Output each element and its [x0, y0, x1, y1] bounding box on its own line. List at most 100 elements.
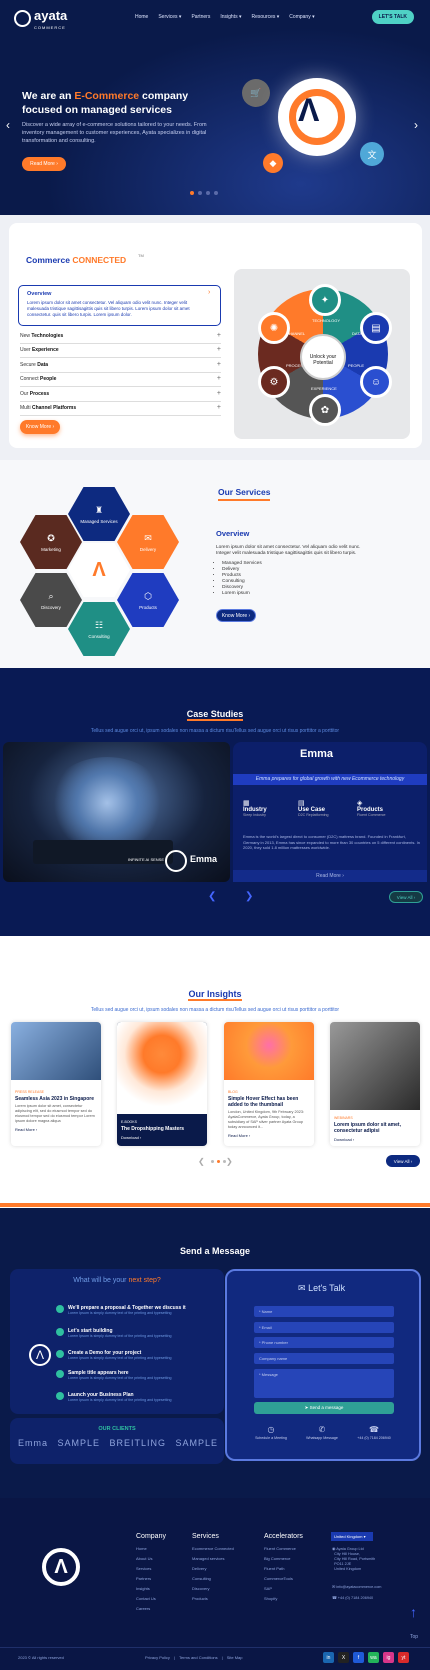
overview-title: Overview — [27, 291, 52, 297]
case-prev-icon[interactable]: ❮ — [208, 891, 216, 902]
use-case-info: ▤ Use Case D2C Replatforming — [298, 800, 329, 817]
tag-icon: ◆ — [263, 153, 283, 173]
insight-dots[interactable] — [211, 1160, 226, 1163]
overview-text: Lorem ipsum dolor sit amet consectetur. … — [27, 300, 190, 317]
schedule-meeting-link[interactable]: ◷ Schedule a Meeting — [246, 1425, 296, 1440]
step-item: Let's start building Lorem Ipsum is simpl… — [55, 1328, 172, 1338]
top-link[interactable]: Top — [410, 1634, 418, 1640]
services-overview-text: Lorem ipsum dolor sit amet consectetur. … — [216, 545, 361, 556]
insights-view-all-button[interactable]: View All › — [386, 1155, 420, 1167]
case-view-all-button[interactable]: View All › — [389, 891, 423, 903]
accordion-item[interactable]: User Experience + — [20, 346, 221, 358]
contact-title: Send a Message — [179, 1246, 251, 1256]
services-know-more-button[interactable]: Know More › — [216, 609, 256, 622]
woman-image — [224, 1022, 314, 1080]
channel-icon[interactable]: ✺ — [258, 312, 290, 344]
whatsapp-icon[interactable]: wa — [368, 1652, 379, 1663]
accordion-item[interactable]: Secure Data + — [20, 361, 221, 373]
logo[interactable]: ayata COMMERCE — [14, 7, 67, 30]
footer-logo[interactable]: Λ — [42, 1548, 80, 1586]
main-menu: Home Services ▾ Partners Insights ▾ Reso… — [135, 14, 315, 20]
accordion-item[interactable]: Our Process + — [20, 390, 221, 402]
case-study-read-more[interactable]: Read More › — [233, 870, 427, 882]
nav-partners[interactable]: Partners — [191, 14, 210, 20]
hero-read-more-button[interactable]: Read More › — [22, 157, 66, 171]
translate-icon: 文 — [360, 142, 384, 166]
handshake-image — [11, 1022, 101, 1080]
slider-prev-icon[interactable]: ‹ — [6, 118, 10, 132]
insight-prev-icon[interactable]: ❮ — [198, 1157, 205, 1166]
delivery-person-image — [117, 1022, 207, 1114]
services-overview-title: Overview — [216, 529, 250, 538]
process-icon[interactable]: ⚙ — [258, 366, 290, 398]
phone-field[interactable]: * Phone number — [254, 1337, 394, 1348]
copyright: 2023 © All rights reserved — [18, 1655, 64, 1660]
data-icon[interactable]: ▤ — [360, 312, 392, 344]
nav-insights[interactable]: Insights ▾ — [220, 14, 241, 20]
region-select[interactable]: United Kingdom ▾ — [331, 1532, 373, 1541]
case-study-text: Emma is the world's largest direct to co… — [243, 834, 420, 850]
step-item: Create a Demo for your project Lorem Ipsu… — [55, 1350, 172, 1360]
nav-home[interactable]: Home — [135, 14, 148, 20]
documents-image — [330, 1022, 420, 1110]
name-field[interactable]: * Name — [254, 1306, 394, 1317]
phone-icon: ☎ — [332, 1596, 337, 1600]
youtube-icon[interactable]: yt — [398, 1652, 409, 1663]
slider-next-icon[interactable]: › — [414, 118, 418, 132]
lets-talk-button[interactable]: LET'S TALK — [371, 10, 414, 24]
nav-services[interactable]: Services ▾ — [158, 14, 181, 20]
form-title: ✉ Let's Talk — [298, 1283, 346, 1293]
logo-icon — [14, 10, 31, 27]
case-next-icon[interactable]: ❯ — [245, 891, 253, 902]
footer-phone[interactable]: ☎ +44 (0) 7184 206940 — [332, 1595, 373, 1600]
clock-icon: ◷ — [267, 1425, 275, 1434]
whatsapp-link[interactable]: ✆ Whatsapp Message — [297, 1425, 347, 1440]
send-message-button[interactable]: ➤ Send a message — [254, 1402, 394, 1414]
accordion-item[interactable]: New Technologies + — [20, 332, 221, 344]
legal-links: Privacy Policy | Terms and Conditions | Site… — [145, 1655, 243, 1660]
accordion-item[interactable]: Multi Channel Platforms + — [20, 404, 221, 416]
x-icon[interactable]: X — [338, 1652, 349, 1663]
document-icon: ▤ — [298, 800, 305, 807]
hero-title: We are an E-Commerce company focused on … — [22, 90, 189, 116]
footer-divider — [0, 1647, 430, 1648]
insight-card[interactable]: E-BOOKS The Dropshipping Masters Downloa… — [117, 1022, 207, 1146]
clients-title: OUR CLIENTS — [98, 1426, 136, 1432]
chevron-right-icon: › — [208, 289, 211, 296]
arrow-up-icon[interactable]: ↑ — [410, 1604, 417, 1620]
know-more-button[interactable]: Know More › — [20, 420, 60, 434]
experience-icon[interactable]: ✿ — [309, 394, 341, 426]
products-info: ◈ Products Fluent Commerce — [357, 800, 386, 817]
wheel-center: Unlock your Potential — [300, 334, 346, 380]
message-field[interactable]: * Message — [254, 1369, 394, 1398]
insight-next-icon[interactable]: ❯ — [226, 1157, 233, 1166]
top-nav: ayata COMMERCE Home Services ▾ Partners I… — [0, 0, 430, 32]
nav-resources[interactable]: Resources ▾ — [251, 14, 279, 20]
technology-icon[interactable]: ✦ — [309, 284, 341, 316]
orange-divider — [0, 1203, 430, 1207]
accordion-item[interactable]: Connect People + — [20, 375, 221, 387]
phone-link[interactable]: ☎ +44 (0) 7184 206940 — [349, 1425, 399, 1440]
step-item: Sample title appears here Lorem Ipsum is … — [55, 1370, 172, 1380]
cube-icon: ◈ — [357, 800, 363, 807]
industry-info: ▦ Industry Sleep Industry — [243, 800, 267, 817]
footer-company: Company Home About Us Services Partners Insi… — [136, 1533, 166, 1611]
facebook-icon[interactable]: f — [353, 1652, 364, 1663]
people-icon[interactable]: ☺ — [360, 366, 392, 398]
slider-dots[interactable] — [190, 191, 218, 195]
company-field[interactable]: Company name — [254, 1353, 394, 1364]
insight-card[interactable]: BLOG Simple Hover Effect has been added … — [224, 1022, 314, 1146]
instagram-icon[interactable]: ig — [383, 1652, 394, 1663]
email-icon: ✉ — [332, 1585, 336, 1589]
insight-card[interactable]: PRESS RELEASE Seamless Asia 2023 in Sing… — [11, 1022, 101, 1146]
location-icon: ◉ — [332, 1547, 336, 1551]
footer-email[interactable]: ✉ info@ayatacommerce.com — [332, 1584, 381, 1589]
insights-title: Our Insights — [188, 989, 242, 1001]
email-field[interactable]: * Email — [254, 1322, 394, 1333]
insight-card[interactable]: WEBINARS Lorem ipsum dolor sit amet, con… — [330, 1022, 420, 1146]
insights-subtitle: Tellus sed augue orci ut, ipsum sodales … — [90, 1007, 340, 1013]
step-item: We'll prepare a proposal & Together we d… — [56, 1305, 186, 1315]
nav-company[interactable]: Company ▾ — [289, 14, 314, 20]
case-study-banner: Emma prepares for global growth with new… — [233, 774, 427, 785]
linkedin-icon[interactable]: in — [323, 1652, 334, 1663]
